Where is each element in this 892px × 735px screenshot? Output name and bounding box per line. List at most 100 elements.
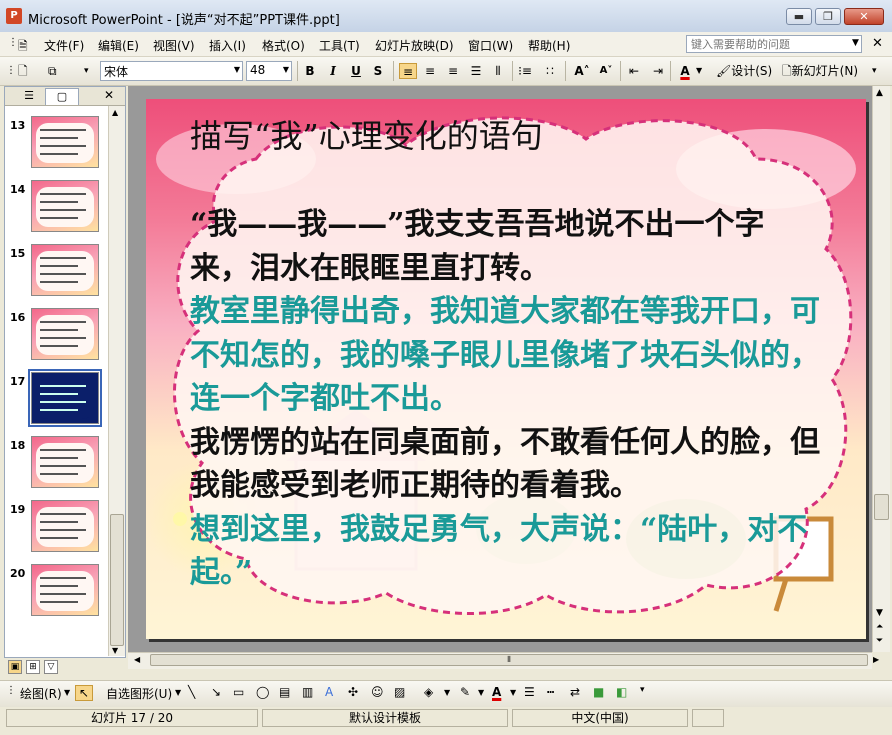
vertical-scroll-thumb[interactable] [874, 494, 889, 520]
chevron-down-icon[interactable]: ▼ [696, 63, 702, 79]
menu-edit[interactable]: 编辑(E) [98, 37, 139, 54]
line-color-icon[interactable]: ✎ [460, 685, 470, 699]
increase-indent-icon[interactable]: ⇥ [650, 63, 666, 79]
thumbnail-text-line [40, 201, 78, 203]
scroll-up-icon[interactable]: ▲ [876, 88, 883, 98]
increase-font-button[interactable]: A˄ [572, 63, 592, 79]
slide-sorter-icon[interactable]: ⊞ [26, 660, 40, 674]
pane-close-button[interactable]: ✕ [104, 88, 114, 102]
shadow-button[interactable]: S [370, 63, 386, 79]
menu-help[interactable]: 帮助(H) [528, 37, 570, 54]
tab-slides[interactable]: ▢ [45, 88, 79, 105]
menu-window[interactable]: 窗口(W) [468, 37, 513, 54]
slide-thumbnail[interactable] [31, 180, 99, 232]
scroll-down-icon[interactable]: ▼ [112, 646, 118, 655]
menu-view[interactable]: 视图(V) [153, 37, 195, 54]
diagram-icon[interactable]: ✣ [348, 685, 358, 699]
draw-menu-button[interactable]: 绘图(R) [20, 685, 62, 702]
powerpoint-app-icon[interactable]: P [6, 8, 22, 24]
menu-insert[interactable]: 插入(I) [209, 37, 246, 54]
design-button[interactable]: 🖌设计(S) [716, 63, 772, 79]
bullets-icon[interactable]: ∷ [542, 63, 558, 79]
previous-slide-icon[interactable]: ⏶ [876, 622, 883, 632]
scroll-down-icon[interactable]: ▼ [876, 608, 883, 618]
document-close-button[interactable]: ✕ [872, 36, 883, 51]
font-size-select[interactable]: 48 ▼ [246, 61, 292, 81]
underline-button[interactable]: U [348, 63, 364, 79]
picture-icon[interactable]: ▨ [394, 685, 405, 699]
slide-title[interactable]: 描写“我”心理变化的语句 [190, 111, 543, 157]
3d-style-icon[interactable]: ◧ [616, 685, 627, 699]
menu-file[interactable]: 文件(F) [44, 37, 84, 54]
vertical-textbox-icon[interactable]: ▥ [302, 685, 313, 699]
help-dropdown-icon[interactable]: ▼ [852, 38, 859, 48]
autoshapes-button[interactable]: 自选图形(U) [106, 685, 172, 702]
slide-thumbnail[interactable] [28, 369, 102, 427]
arrow-icon[interactable]: ↘ [211, 685, 221, 699]
clipart-icon[interactable]: ☺ [371, 685, 384, 699]
chevron-down-icon[interactable]: ▼ [478, 688, 484, 697]
toolbar-options-icon[interactable]: ▾ [872, 63, 877, 79]
scroll-right-icon[interactable]: ▶ [873, 655, 879, 664]
chevron-down-icon[interactable]: ▼ [175, 688, 181, 697]
slide-thumbnail[interactable] [31, 244, 99, 296]
dash-style-icon[interactable]: ┅ [547, 685, 554, 699]
vertical-scrollbar[interactable] [872, 86, 890, 652]
numbering-icon[interactable]: ⁝≡ [517, 63, 533, 79]
menu-tools[interactable]: 工具(T) [319, 37, 360, 54]
italic-button[interactable]: I [325, 63, 341, 79]
minimize-button[interactable]: ▬ [786, 8, 812, 25]
new-document-icon[interactable]: 🗋 [18, 63, 28, 79]
maximize-button[interactable]: ❐ [815, 8, 841, 25]
bold-button[interactable]: B [302, 63, 318, 79]
wordart-icon[interactable]: A [325, 685, 333, 699]
line-icon[interactable]: ╲ [188, 685, 195, 699]
distribute-icon[interactable]: ⦀ [490, 63, 506, 79]
font-color-button[interactable]: A [676, 63, 694, 79]
normal-view-icon[interactable]: ▣ [8, 660, 22, 674]
font-name-select[interactable]: 宋体 ▼ [100, 61, 243, 81]
justify-icon[interactable]: ☰ [468, 63, 484, 79]
scroll-up-icon[interactable]: ▲ [112, 108, 118, 117]
close-button[interactable]: ✕ [844, 8, 884, 25]
toolbar-options-icon[interactable]: ▾ [84, 63, 89, 79]
arrow-style-icon[interactable]: ⇄ [570, 685, 580, 699]
chevron-down-icon[interactable]: ▼ [444, 688, 450, 697]
horizontal-scroll-thumb[interactable]: ⦀ [150, 654, 868, 666]
menu-slideshow[interactable]: 幻灯片放映(D) [375, 37, 454, 54]
select-pointer-icon[interactable]: ↖ [75, 685, 94, 701]
textbox-icon[interactable]: ▤ [279, 685, 290, 699]
slides-pane-scroll-thumb[interactable] [110, 514, 124, 646]
tab-outline[interactable]: ☰ [13, 88, 45, 104]
chevron-down-icon[interactable]: ▼ [64, 688, 70, 697]
slideshow-icon[interactable]: ▽ [44, 660, 58, 674]
next-slide-icon[interactable]: ⏷ [876, 636, 883, 646]
align-left-icon[interactable]: ≡ [399, 63, 417, 79]
document-icon[interactable]: 🗎 [18, 37, 28, 58]
design-template-name[interactable]: 默认设计模板 [262, 709, 508, 727]
shadow-style-icon[interactable]: ■ [593, 685, 604, 699]
fill-color-icon[interactable]: ◈ [424, 685, 433, 699]
slide[interactable]: 描写“我”心理变化的语句 “我——我——”我支支吾吾地说不出一个字来，泪水在眼眶… [146, 99, 866, 639]
slide-thumbnail[interactable] [31, 564, 99, 616]
copy-icon[interactable]: ⧉ [48, 63, 57, 79]
help-search-input[interactable] [686, 35, 862, 53]
scroll-left-icon[interactable]: ◀ [134, 655, 140, 664]
slide-body-text[interactable]: “我——我——”我支支吾吾地说不出一个字来，泪水在眼眶里直打转。 教室里静得出奇，… [190, 203, 820, 595]
oval-icon[interactable]: ◯ [256, 685, 269, 699]
slide-thumbnail[interactable] [31, 436, 99, 488]
decrease-font-button[interactable]: A˅ [596, 63, 616, 79]
slide-thumbnail[interactable] [31, 500, 99, 552]
menu-format[interactable]: 格式(O) [262, 37, 305, 54]
rectangle-icon[interactable]: ▭ [233, 685, 244, 699]
slide-thumbnail[interactable] [31, 308, 99, 360]
align-center-icon[interactable]: ≡ [422, 63, 438, 79]
decrease-indent-icon[interactable]: ⇤ [626, 63, 642, 79]
new-slide-button[interactable]: 🗋新幻灯片(N) [782, 63, 858, 79]
align-right-icon[interactable]: ≡ [445, 63, 461, 79]
toolbar-options-icon[interactable]: ▾ [640, 685, 645, 695]
chevron-down-icon[interactable]: ▼ [510, 688, 516, 697]
slide-thumbnail[interactable] [31, 116, 99, 168]
font-color-icon[interactable]: A [492, 685, 501, 699]
line-style-icon[interactable]: ☰ [524, 685, 535, 699]
